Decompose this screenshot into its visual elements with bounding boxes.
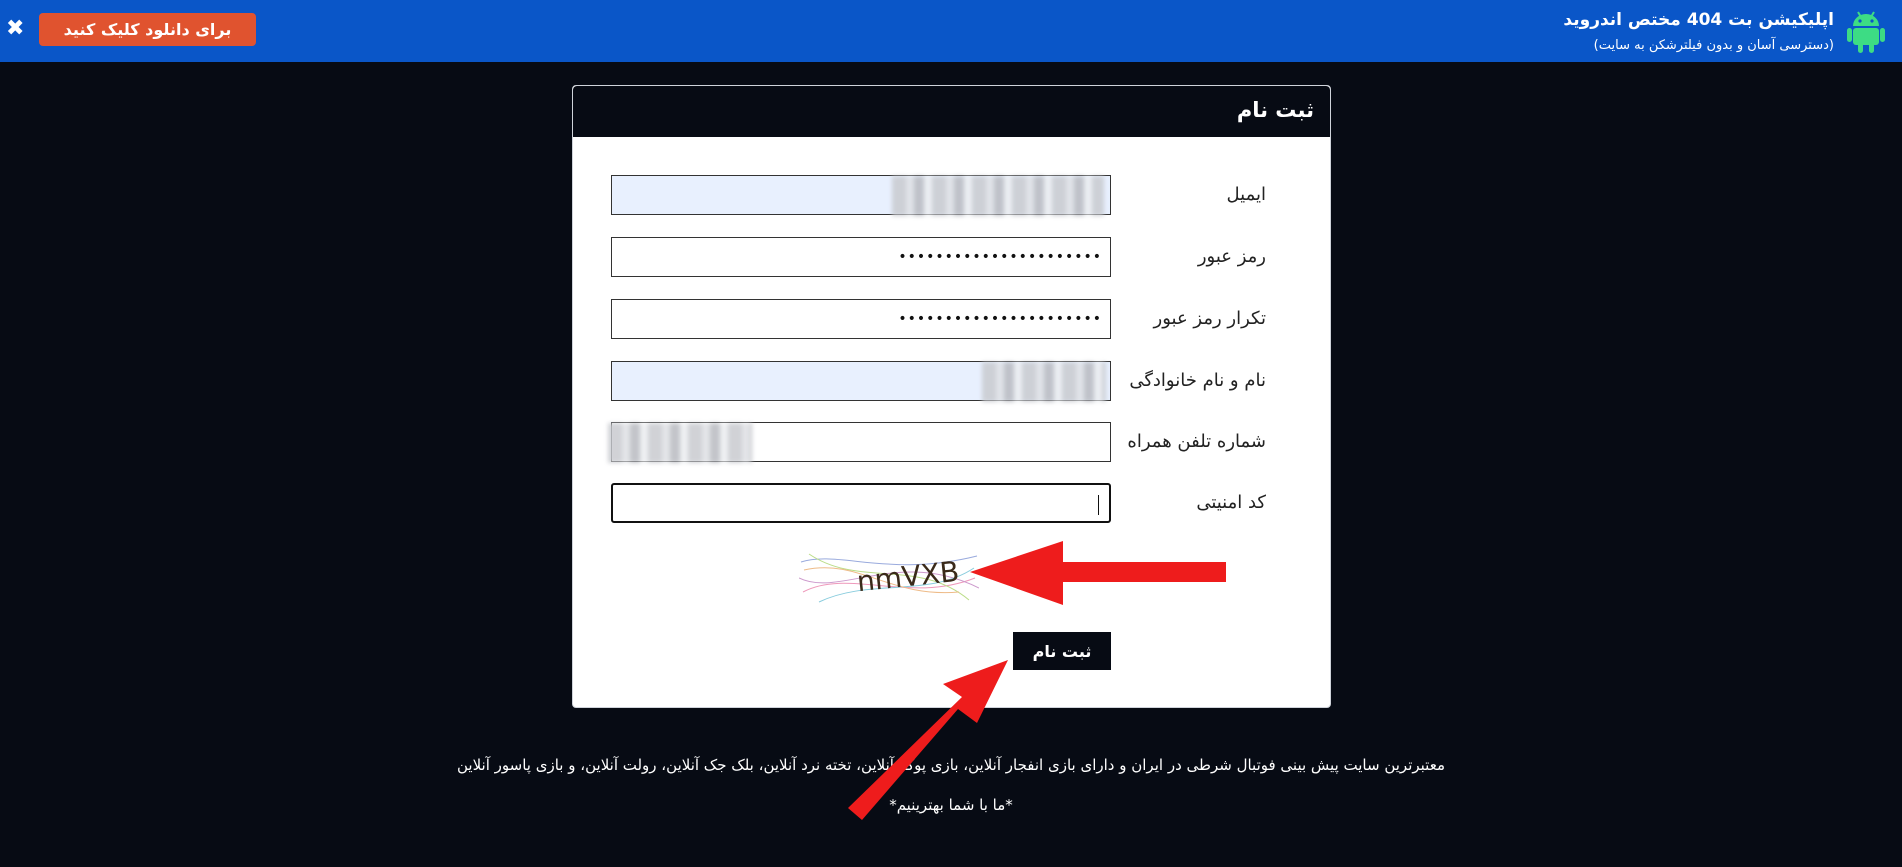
password-label: رمز عبور <box>1197 246 1266 267</box>
footer-description: معتبرترین سایت پیش بینی فوتبال شرطی در ا… <box>457 756 1445 774</box>
download-button[interactable]: برای دانلود کلیک کنید <box>39 13 256 46</box>
email-field[interactable] <box>611 175 1111 216</box>
redacted-value <box>892 176 1104 216</box>
mobile-label: شماره تلفن همراه <box>1127 431 1266 452</box>
full-name-field[interactable] <box>611 361 1111 402</box>
email-label: ایمیل <box>1226 184 1266 205</box>
banner-title: اپلیکیشن بت 404 مختص اندروید <box>1563 10 1834 30</box>
registration-card: ثبت نام ایمیل رمز عبور •••••••••••••••••… <box>572 85 1331 708</box>
close-icon[interactable]: ✖ <box>6 16 24 42</box>
redacted-value <box>608 423 752 463</box>
confirm-password-field[interactable]: •••••••••••••••••••••• <box>611 299 1111 339</box>
page-title: ثبت نام <box>1236 98 1314 122</box>
captcha-image[interactable]: nmVXB <box>799 548 979 606</box>
confirm-password-value: •••••••••••••••••••••• <box>898 311 1102 327</box>
footer-slogan: *ما با شما بهترینیم* <box>889 796 1013 814</box>
app-download-banner: ✖ برای دانلود کلیک کنید اپلیکیشن بت 404 … <box>0 0 1902 62</box>
mobile-field[interactable] <box>608 422 1111 463</box>
redacted-value <box>982 362 1106 402</box>
android-icon <box>1847 11 1885 53</box>
password-value: •••••••••••••••••••••• <box>898 249 1102 265</box>
confirm-password-label: تکرار رمز عبور <box>1153 308 1266 329</box>
full-name-label: نام و نام خانوادگی <box>1129 370 1266 391</box>
security-code-label: کد امنیتی <box>1196 492 1266 513</box>
register-button[interactable]: ثبت نام <box>1013 632 1111 670</box>
security-code-field[interactable] <box>611 483 1111 523</box>
banner-subtitle: (دسترسی آسان و بدون فیلترشکن به سایت) <box>1593 38 1834 53</box>
password-field[interactable]: •••••••••••••••••••••• <box>611 237 1111 277</box>
text-caret <box>1098 495 1099 515</box>
card-header: ثبت نام <box>573 86 1330 137</box>
